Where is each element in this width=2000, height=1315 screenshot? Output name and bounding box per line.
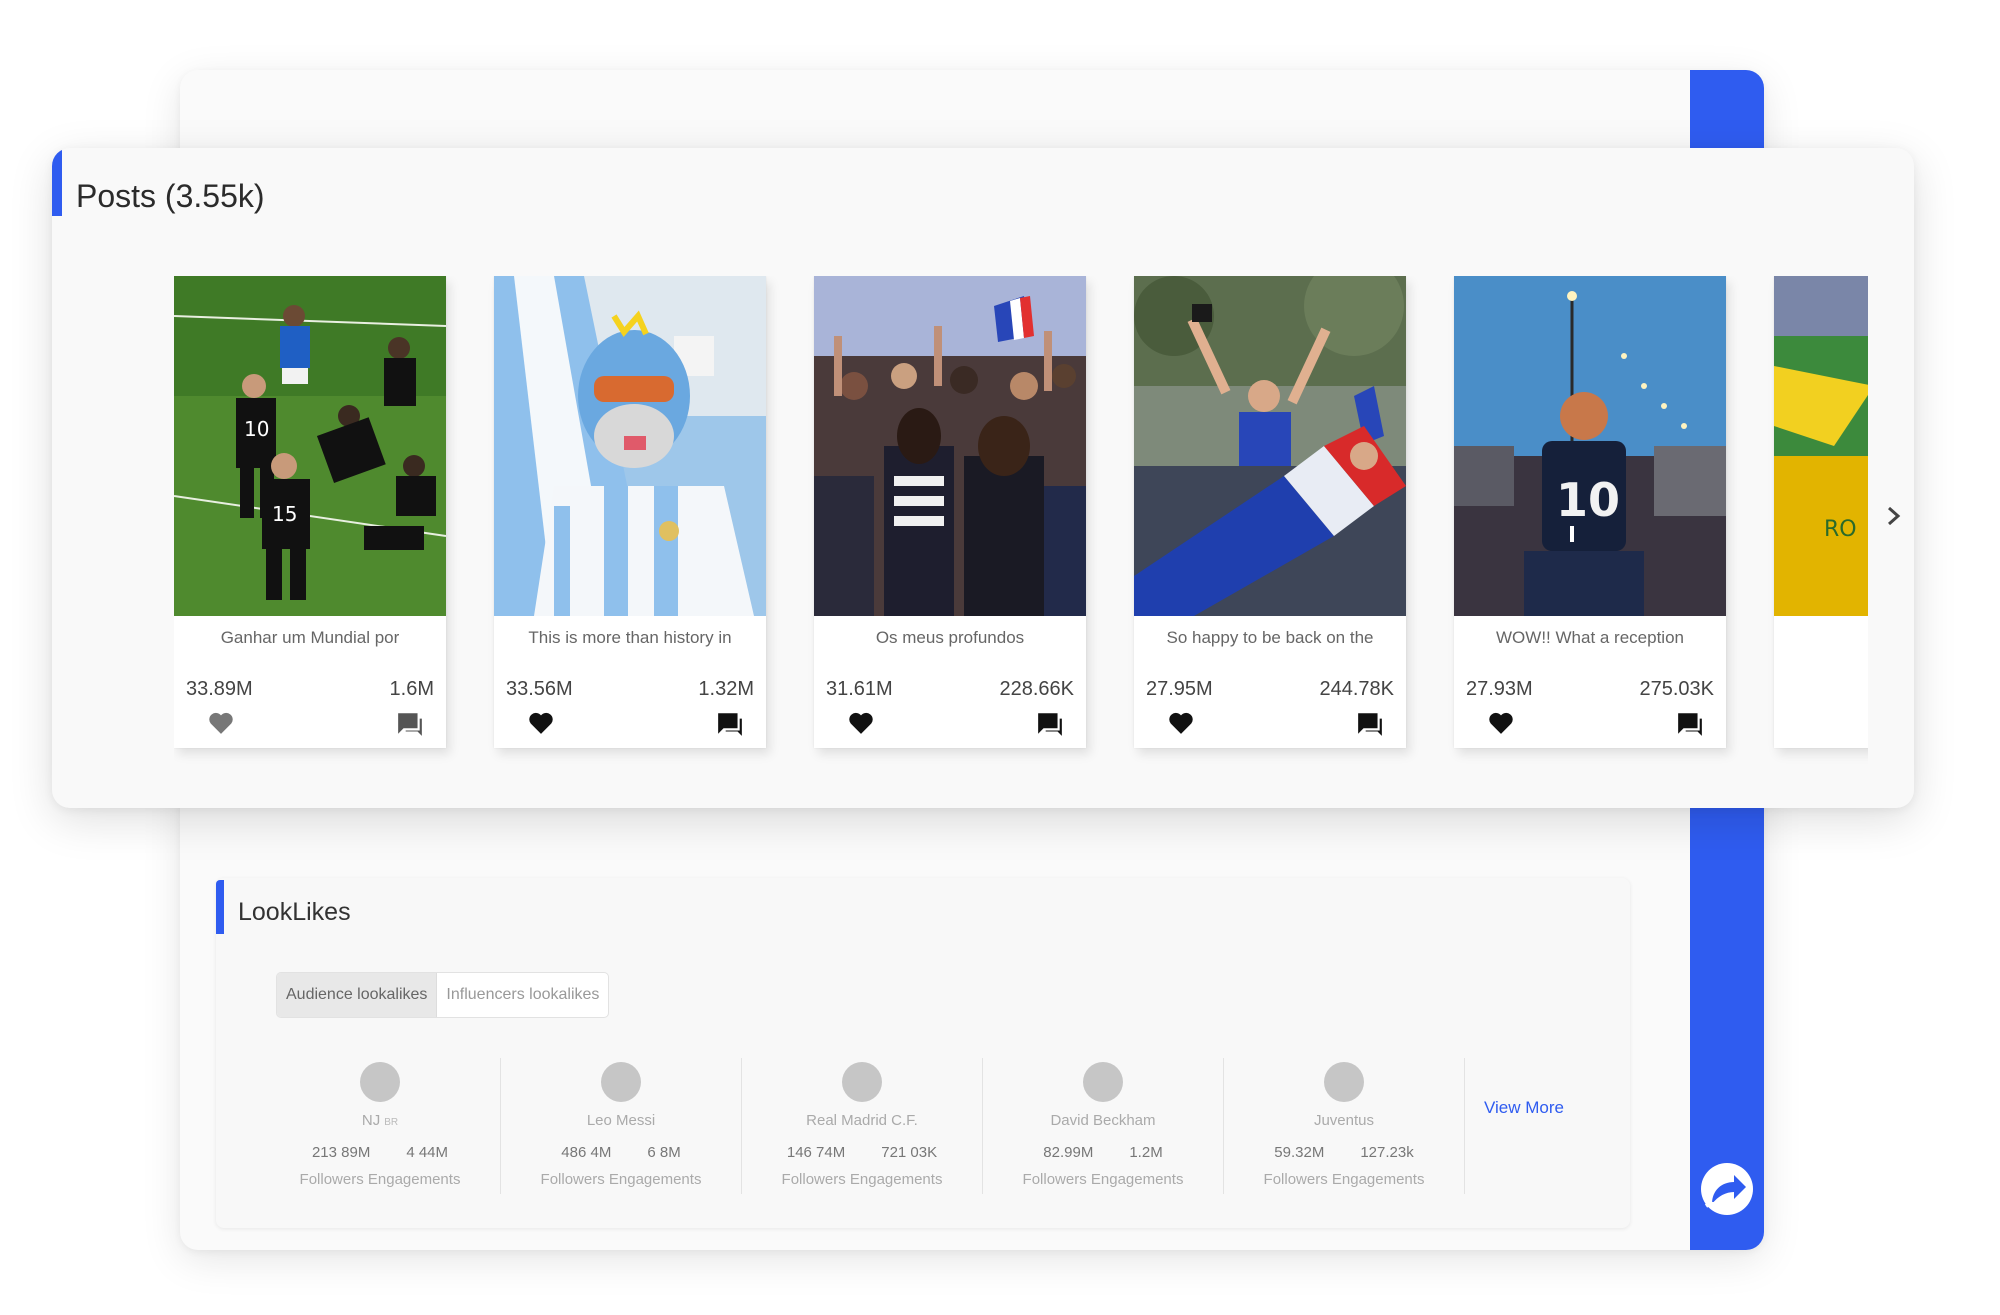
child-france-jersey-photo: 10	[1454, 276, 1726, 616]
lookalike-item[interactable]: Real Madrid C.F. 146 74M 721 03K Follower…	[742, 1058, 983, 1194]
engagements-value: 6 8M	[647, 1144, 681, 1161]
post-caption: WOW!! What a reception	[1496, 628, 1684, 647]
avatar	[1324, 1062, 1364, 1102]
post-image: 10	[1454, 276, 1726, 616]
followers-value: 146 74M	[786, 1144, 846, 1161]
posts-section: Posts (3.55k) 10 15 Ganhar um Mundial po…	[52, 148, 1914, 808]
stadium-fans-partial-photo: RO	[1774, 276, 1868, 616]
post-caption: Os meus profundos	[875, 628, 1025, 647]
lookalike-name: David Beckham	[1050, 1112, 1156, 1129]
brand-logo-icon[interactable]	[1698, 1160, 1756, 1218]
stats-labels: Followers Engagements	[1022, 1171, 1184, 1188]
followers-value: 82.99M	[1043, 1144, 1094, 1161]
post-caption: Ganhar um Mundial por	[220, 628, 400, 647]
likes-count: 33.56M	[506, 678, 573, 700]
post-image	[814, 276, 1086, 616]
looklikes-title: LookLikes	[238, 898, 351, 926]
crowd-celebration-photo	[814, 276, 1086, 616]
lookalike-list: NJ BR 213 89M 4 44M Followers Engagements …	[260, 1058, 1465, 1194]
svg-text:15: 15	[272, 502, 297, 526]
country-tag: BR	[384, 1117, 399, 1128]
heart-icon	[529, 712, 553, 734]
lookalike-item[interactable]: NJ BR 213 89M 4 44M Followers Engagements	[260, 1058, 501, 1194]
engagements-value: 1.2M	[1129, 1144, 1163, 1161]
stats-labels: Followers Engagements	[540, 1171, 702, 1188]
france-fan-celebration-photo	[1134, 276, 1406, 616]
comment-icon	[1038, 713, 1062, 736]
avatar	[601, 1062, 641, 1102]
engagements-value: 127.23k	[1360, 1144, 1414, 1161]
followers-value: 59.32M	[1274, 1144, 1325, 1161]
post-image: 10 15	[174, 276, 446, 616]
rugby-match-photo: 10 15	[174, 276, 446, 616]
comments-count: 228.66K	[999, 678, 1074, 700]
likes-count: 31.61M	[826, 678, 893, 700]
looklikes-section: LookLikes Audience lookalikes Influencer…	[216, 878, 1630, 1228]
likes-count: 27.95M	[1146, 678, 1213, 700]
lookalike-name: Real Madrid C.F.	[806, 1112, 918, 1129]
avatar	[1083, 1062, 1123, 1102]
comment-icon	[398, 713, 422, 736]
post-card[interactable]: So happy to be back on the 27.95M 244.78K	[1134, 276, 1406, 748]
stats-labels: Followers Engagements	[299, 1171, 461, 1188]
tab-audience-lookalikes[interactable]: Audience lookalikes	[277, 973, 438, 1017]
comment-icon	[718, 713, 742, 736]
post-caption: This is more than history in	[528, 628, 732, 647]
likes-count: 27.93M	[1466, 678, 1533, 700]
lookalike-item[interactable]: Leo Messi 486 4M 6 8M Followers Engagemen…	[501, 1058, 742, 1194]
post-image	[1134, 276, 1406, 616]
likes-count: 33.89M	[186, 678, 253, 700]
post-card[interactable]: Os meus profundos 31.61M 228.66K	[814, 276, 1086, 748]
stats-labels: Followers Engagements	[781, 1171, 943, 1188]
lookalike-name: NJ	[361, 1112, 381, 1129]
post-card[interactable]: 10 WOW!! What a reception 27.93M 275.03K	[1454, 276, 1726, 748]
svg-text:10: 10	[244, 417, 269, 441]
post-caption: So happy to be back on the	[1166, 628, 1374, 647]
heart-icon	[849, 712, 873, 734]
lookalike-tabs: Audience lookalikes Influencers lookalik…	[276, 972, 610, 1018]
comments-count: 1.32M	[698, 678, 754, 700]
comments-count: 275.03K	[1639, 678, 1714, 700]
stats-labels: Followers Engagements	[1263, 1171, 1425, 1188]
heart-icon	[209, 712, 233, 734]
engagements-value: 4 44M	[406, 1144, 449, 1161]
post-image	[494, 276, 766, 616]
chevron-right-icon[interactable]	[1884, 504, 1904, 528]
argentina-fan-photo	[494, 276, 766, 616]
avatar	[360, 1062, 400, 1102]
section-accent-bar	[216, 880, 224, 934]
heart-icon	[1169, 712, 1193, 734]
lookalike-name: Juventus	[1313, 1112, 1375, 1129]
lookalike-item[interactable]: David Beckham 82.99M 1.2M Followers Engag…	[983, 1058, 1224, 1194]
lookalike-name: Leo Messi	[586, 1112, 656, 1129]
posts-title: Posts (3.55k)	[76, 178, 265, 214]
posts-carousel: 10 15 Ganhar um Mundial por 33.89M 1.6M	[174, 276, 1868, 766]
followers-value: 486 4M	[561, 1144, 612, 1161]
avatar	[842, 1062, 882, 1102]
followers-value: 213 89M	[311, 1144, 371, 1161]
section-accent-bar	[52, 148, 62, 216]
comment-icon	[1678, 713, 1702, 736]
engagements-value: 721 03K	[881, 1144, 938, 1161]
comments-count: 1.6M	[389, 678, 434, 700]
tab-influencers-lookalikes[interactable]: Influencers lookalikes	[437, 973, 608, 1017]
post-card[interactable]: 10 15 Ganhar um Mundial por 33.89M 1.6M	[174, 276, 446, 748]
post-card[interactable]: This is more than history in 33.56M 1.32M	[494, 276, 766, 748]
post-card[interactable]: RO	[1774, 276, 1868, 748]
heart-icon	[1489, 712, 1513, 734]
svg-text:RO: RO	[1824, 517, 1857, 542]
view-more-link[interactable]: View More	[1484, 1098, 1564, 1118]
comments-count: 244.78K	[1319, 678, 1394, 700]
post-image: RO	[1774, 276, 1868, 616]
lookalike-item[interactable]: Juventus 59.32M 127.23k Followers Engagem…	[1224, 1058, 1465, 1194]
svg-text:10: 10	[1556, 473, 1620, 527]
comment-icon	[1358, 713, 1382, 736]
